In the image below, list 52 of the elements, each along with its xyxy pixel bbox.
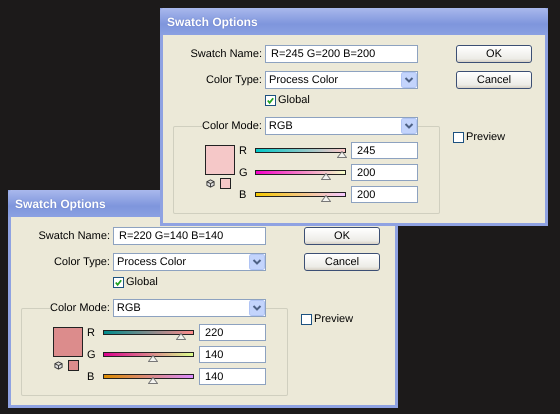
slider-thumb[interactable] bbox=[320, 173, 331, 180]
checkbox-label: Preview bbox=[466, 131, 506, 143]
field-label: Color Mode: bbox=[50, 302, 110, 314]
slider-thumb[interactable] bbox=[176, 333, 186, 340]
channel-label: R bbox=[239, 144, 248, 156]
checkbox-label: Preview bbox=[314, 313, 354, 325]
cube-icon bbox=[206, 179, 215, 188]
cube-icon bbox=[54, 361, 63, 370]
color-mode-dropdown[interactable]: RGB bbox=[112, 299, 266, 317]
channel-label: G bbox=[87, 348, 97, 360]
channel-value-field[interactable]: 140 bbox=[199, 368, 266, 385]
cancel-button[interactable]: Cancel bbox=[456, 71, 532, 89]
channel-label: G bbox=[239, 166, 249, 178]
chevron-down-icon bbox=[249, 254, 265, 270]
field-label: Swatch Name: bbox=[189, 48, 262, 60]
ok-button[interactable]: OK bbox=[456, 45, 532, 63]
field-label: Color Mode: bbox=[202, 120, 262, 132]
field-label: Swatch Name: bbox=[37, 230, 110, 242]
channel-value-field[interactable]: 245 bbox=[351, 142, 418, 159]
checkbox-label: Global bbox=[278, 94, 310, 106]
global-checkbox[interactable] bbox=[265, 94, 276, 106]
field-label: Color Type: bbox=[204, 74, 262, 86]
preview-checkbox[interactable] bbox=[301, 314, 312, 324]
swatch-name-field[interactable]: R=220 G=140 B=140 bbox=[113, 227, 266, 245]
channel-value-field[interactable]: 200 bbox=[351, 186, 418, 203]
window-title: Swatch Options bbox=[14, 196, 106, 210]
color-type-dropdown[interactable]: Process Color bbox=[265, 71, 418, 89]
channel-label: R bbox=[87, 326, 96, 338]
chevron-down-icon bbox=[401, 72, 417, 88]
window-title: Swatch Options bbox=[166, 14, 258, 28]
preview-checkbox[interactable] bbox=[453, 132, 464, 142]
color-swatch bbox=[68, 360, 79, 371]
chevron-down-icon bbox=[248, 300, 265, 316]
cancel-button[interactable]: Cancel bbox=[304, 253, 380, 271]
channel-label: B bbox=[239, 188, 248, 200]
swatch-name-field[interactable]: R=245 G=200 B=200 bbox=[265, 45, 418, 63]
color-swatch bbox=[220, 178, 231, 189]
channel-label: B bbox=[87, 370, 96, 382]
ok-button[interactable]: OK bbox=[304, 227, 380, 245]
slider-thumb[interactable] bbox=[337, 151, 348, 158]
slider-thumb[interactable] bbox=[148, 355, 158, 362]
channel-value-field[interactable]: 200 bbox=[351, 164, 418, 181]
color-mode-dropdown[interactable]: RGB bbox=[264, 117, 418, 135]
color-type-dropdown[interactable]: Process Color bbox=[113, 253, 266, 271]
channel-value-field[interactable]: 140 bbox=[199, 346, 266, 363]
checkbox-label: Global bbox=[126, 276, 158, 288]
global-checkbox[interactable] bbox=[113, 276, 124, 288]
field-label: Color Type: bbox=[52, 256, 110, 268]
slider-thumb[interactable] bbox=[148, 377, 158, 384]
chevron-down-icon bbox=[400, 118, 417, 134]
channel-value-field[interactable]: 220 bbox=[199, 324, 266, 341]
slider-thumb[interactable] bbox=[320, 195, 331, 202]
